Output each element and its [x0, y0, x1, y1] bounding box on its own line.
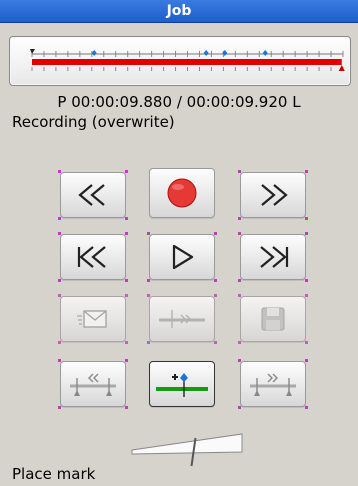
timeline-track[interactable] [9, 36, 351, 86]
volume-wedge[interactable] [130, 432, 244, 468]
previous-mark-button[interactable] [58, 359, 128, 409]
trim-icon [159, 310, 205, 328]
rewind-icon [78, 184, 105, 206]
play-icon [172, 244, 194, 270]
fast-forward-icon [261, 184, 288, 206]
record-button[interactable] [149, 168, 215, 218]
save-button[interactable] [238, 294, 308, 344]
hint-text: Place mark [12, 465, 96, 483]
rewind-button[interactable] [58, 170, 128, 220]
trim-button[interactable] [147, 294, 217, 344]
fast-forward-button[interactable] [238, 170, 308, 220]
timeline-ruler[interactable] [10, 37, 350, 85]
go-to-end-button[interactable] [238, 232, 308, 282]
length-label: L [292, 93, 301, 111]
envelope-icon [77, 310, 107, 328]
place-mark-icon [156, 373, 208, 397]
go-to-start-icon [77, 246, 106, 268]
next-mark-icon [250, 373, 296, 396]
go-to-start-button[interactable] [58, 232, 128, 282]
send-button[interactable] [58, 294, 128, 344]
timeline-progress [32, 59, 342, 65]
floppy-icon [261, 307, 285, 331]
next-mark-button[interactable] [238, 359, 308, 409]
time-separator: / [176, 93, 182, 111]
position-time: 00:00:09.880 [71, 93, 173, 111]
timeline-mark [203, 50, 209, 56]
timeline-mark [91, 50, 97, 56]
timeline-cursor [338, 65, 345, 71]
recording-mode-text: Recording (overwrite) [12, 113, 175, 131]
position-readout: P 00:00:09.880 / 00:00:09.920 L [0, 93, 358, 111]
play-button[interactable] [147, 232, 217, 282]
length-time: 00:00:09.920 [186, 93, 288, 111]
place-mark-button[interactable] [149, 361, 215, 407]
position-label: P [57, 93, 67, 111]
go-to-end-icon [260, 246, 289, 268]
timeline-mark [262, 50, 268, 56]
volume-slider[interactable] [130, 432, 244, 468]
previous-mark-icon [70, 373, 116, 396]
record-icon [167, 178, 197, 208]
window-title: Job [0, 0, 358, 23]
